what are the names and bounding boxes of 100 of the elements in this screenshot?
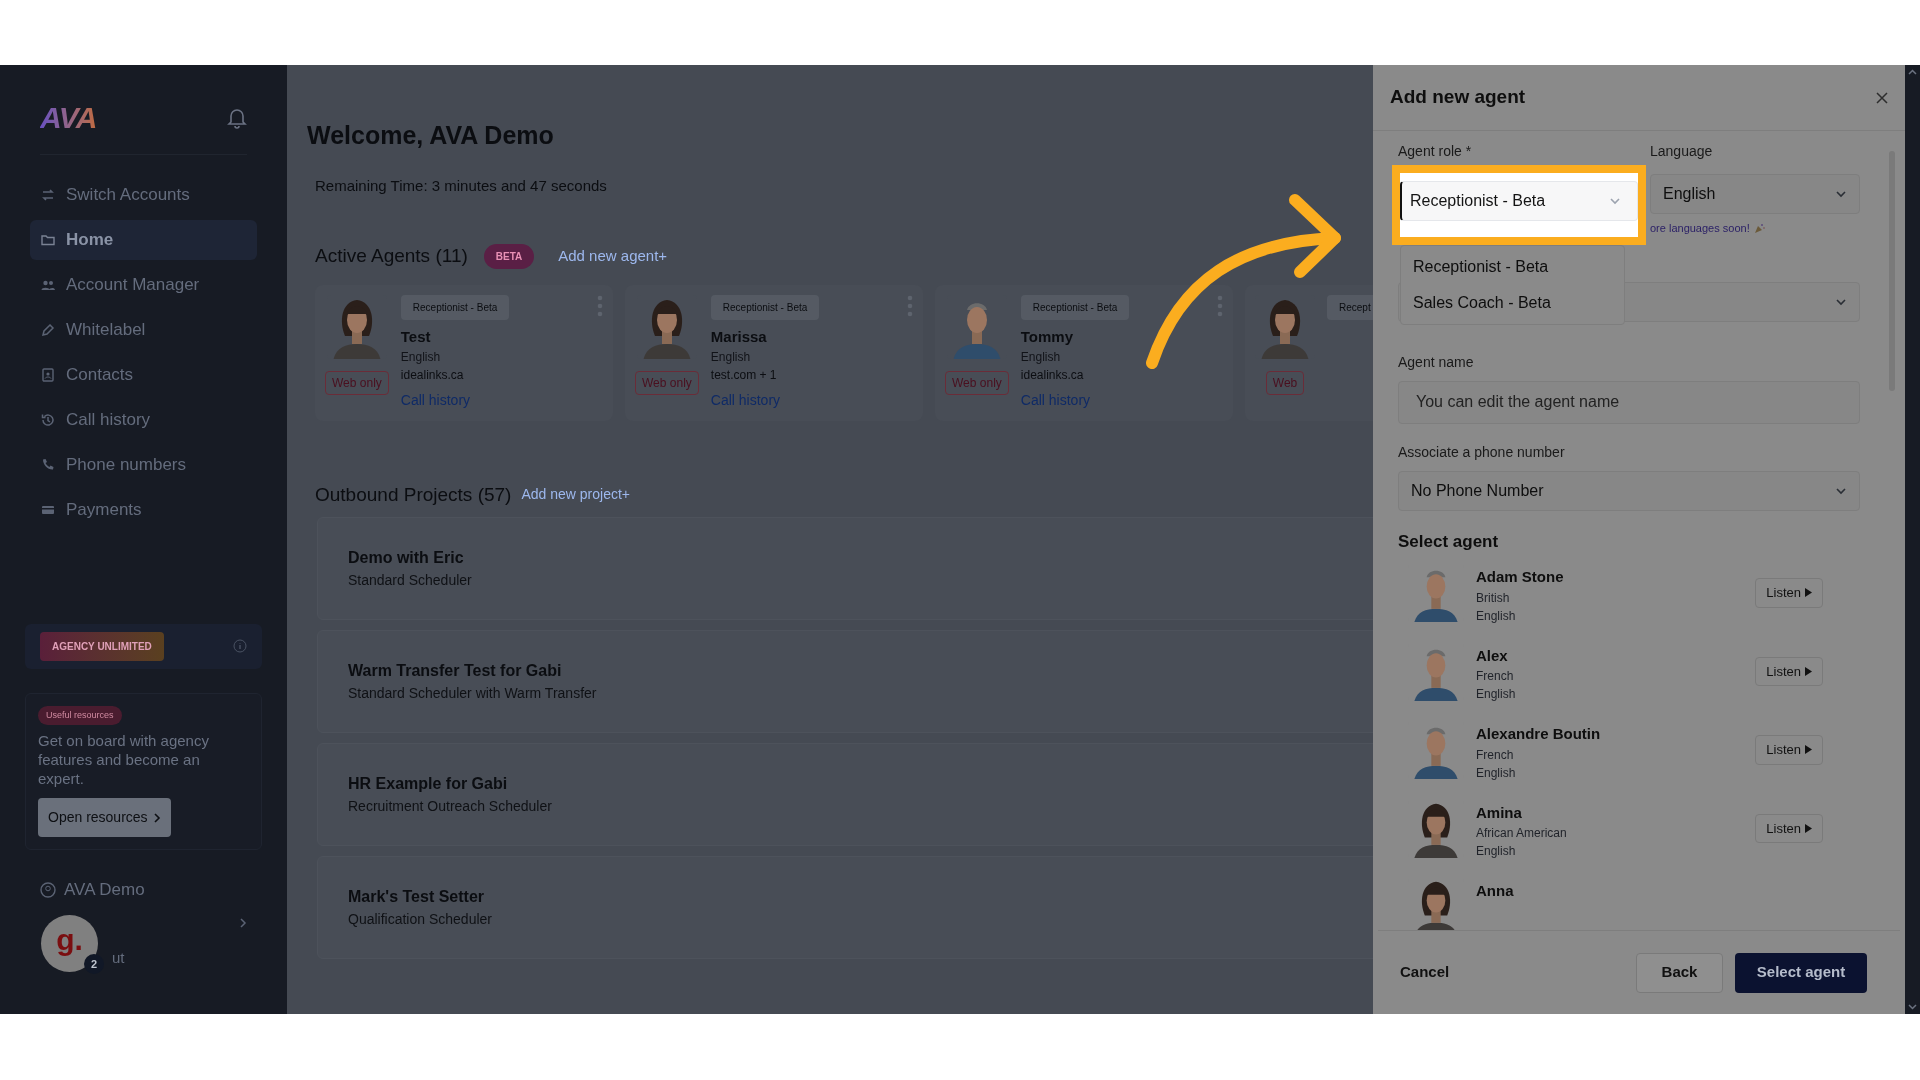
field-label: Associate a phone number (1398, 442, 1566, 462)
resources-text: Get on board with agency features and become an expert. (38, 731, 210, 788)
open-resources-button[interactable]: Open resources (38, 798, 171, 837)
page-title: Welcome, AVA Demo (307, 120, 555, 151)
agent-domain: idealinks.ca (1020, 367, 1084, 384)
project-subtitle: Standard Scheduler with Warm Transfer (348, 684, 598, 703)
scroll-up-icon[interactable] (1908, 69, 1917, 75)
agent-domain: test.com + 1 (710, 367, 777, 384)
agent-name: Marissa (710, 326, 767, 347)
agent-name: Tommy (1020, 326, 1074, 347)
language-hint: ore languages soon! (1650, 221, 1750, 236)
project-title: Demo with Eric (348, 548, 465, 568)
project-subtitle: Qualification Scheduler (348, 910, 493, 929)
agent-name: Test (400, 326, 431, 347)
play-icon (1805, 666, 1812, 676)
add-project-link[interactable]: Add new project+ (521, 484, 631, 506)
beta-badge: BETA (483, 243, 535, 269)
nav-item[interactable]: Phone numbers (30, 445, 257, 485)
project-title: Warm Transfer Test for Gabi (348, 661, 563, 681)
project-card[interactable]: Demo with Eric Standard Scheduler (317, 517, 1373, 620)
user-icon (40, 882, 56, 898)
field-label: Agent name (1398, 352, 1475, 372)
field-label: Language (1650, 142, 1714, 161)
agent-language: English (400, 349, 441, 366)
nav-item[interactable]: Switch Accounts (30, 175, 257, 215)
agent-language: English (1476, 686, 1517, 703)
add-agent-link[interactable]: Add new agent+ (558, 245, 668, 268)
section-heading: Select agent (1398, 530, 1500, 553)
agent-name[interactable]: Amina (1476, 801, 1744, 824)
contact-card-icon (40, 367, 56, 383)
agent-accent: African American (1476, 825, 1568, 842)
agent-name[interactable]: Anna (1476, 880, 1860, 903)
chevron-down-icon (1835, 190, 1847, 198)
agent-accent: French (1476, 746, 1515, 764)
agent-name[interactable]: Adam Stone (1476, 566, 1744, 589)
listen-button[interactable]: Listen (1755, 813, 1823, 843)
listen-button[interactable]: Listen (1755, 578, 1823, 608)
pen-icon (40, 322, 56, 338)
nav-item[interactable]: Contacts (30, 355, 257, 395)
section-heading: Active Agents (11) (315, 244, 468, 268)
project-card[interactable]: Warm Transfer Test for Gabi Standard Scheduler with Warm Transfer (317, 630, 1373, 733)
role-tag: Receptionist - Beta (1020, 294, 1130, 320)
agent-language: English (1476, 843, 1517, 860)
chevron-down-icon (1835, 297, 1847, 306)
resources-tag: Useful resources (38, 705, 122, 725)
logout-link[interactable]: ut (112, 946, 125, 970)
nav-item[interactable]: Call history (30, 400, 257, 440)
listen-button[interactable]: Listen (1755, 735, 1823, 765)
agent-name[interactable]: Alex (1476, 644, 1744, 667)
project-subtitle: Recruitment Outreach Scheduler (348, 797, 553, 816)
agent-language: English (710, 349, 751, 366)
scroll-down-icon[interactable] (1908, 1004, 1917, 1010)
language-select[interactable]: English (1650, 174, 1860, 214)
chevron-down-icon (1609, 197, 1621, 205)
agent-domain: idealinks.ca (400, 367, 464, 384)
nav-item[interactable]: Payments (30, 490, 257, 530)
remaining-time: Remaining Time: 3 minutes and 47 seconds (314, 175, 608, 196)
chevron-down-icon (1835, 486, 1847, 495)
play-icon (1805, 588, 1812, 598)
nav-item[interactable]: Account Manager (30, 265, 257, 305)
notification-bell-icon[interactable] (227, 106, 247, 129)
history-icon (40, 412, 56, 428)
agent-role-select[interactable]: Receptionist - Beta (1400, 181, 1638, 221)
agent-language: English (1476, 764, 1517, 782)
folder-icon (40, 232, 56, 248)
play-icon (1805, 823, 1812, 833)
select-agent-button[interactable]: Select agent (1735, 952, 1867, 993)
plan-badge: AGENCY UNLIMITED (40, 631, 164, 661)
play-icon (1805, 745, 1812, 755)
phone-icon (40, 457, 56, 473)
arrows-icon (40, 187, 56, 203)
nav-item[interactable]: Whitelabel (30, 310, 257, 350)
project-card[interactable]: Mark's Test Setter Qualification Scheduler (317, 856, 1373, 959)
section-heading: Outbound Projects (57) (315, 482, 512, 507)
field-label: Agent role * (1398, 142, 1473, 161)
listen-button[interactable]: Listen (1755, 656, 1823, 686)
chevron-right-icon[interactable] (240, 918, 247, 928)
agent-accent: French (1476, 668, 1515, 685)
user-name[interactable]: AVA Demo (64, 877, 145, 903)
nav-item[interactable]: Home (30, 220, 257, 260)
close-icon[interactable] (1876, 91, 1888, 104)
dialog-title: Add new agent (1390, 85, 1526, 110)
agent-name[interactable]: Alexandre Boutin (1476, 723, 1744, 746)
party-popper-icon (1753, 222, 1765, 234)
dropdown-option[interactable]: Receptionist - Beta (1401, 249, 1624, 285)
info-icon[interactable] (233, 639, 247, 653)
back-button[interactable]: Back (1636, 952, 1723, 993)
dropdown-option[interactable]: Sales Coach - Beta (1401, 285, 1624, 321)
project-card[interactable]: HR Example for Gabi Recruitment Outreach Scheduler (317, 743, 1373, 846)
phone-number-select[interactable]: No Phone Number (1398, 470, 1860, 511)
project-title: HR Example for Gabi (348, 774, 509, 794)
role-tag: Receptionist - Beta (710, 294, 820, 320)
role-tag: Recept (1327, 294, 1373, 320)
agent-language: English (1476, 607, 1517, 625)
agent-language: English (1020, 349, 1061, 366)
project-title: Mark's Test Setter (348, 887, 485, 907)
cancel-button[interactable]: Cancel (1396, 951, 1454, 994)
chevron-right-icon (153, 812, 161, 823)
project-subtitle: Standard Scheduler (348, 571, 473, 590)
agent-name-input[interactable]: You can edit the agent name (1398, 380, 1860, 424)
